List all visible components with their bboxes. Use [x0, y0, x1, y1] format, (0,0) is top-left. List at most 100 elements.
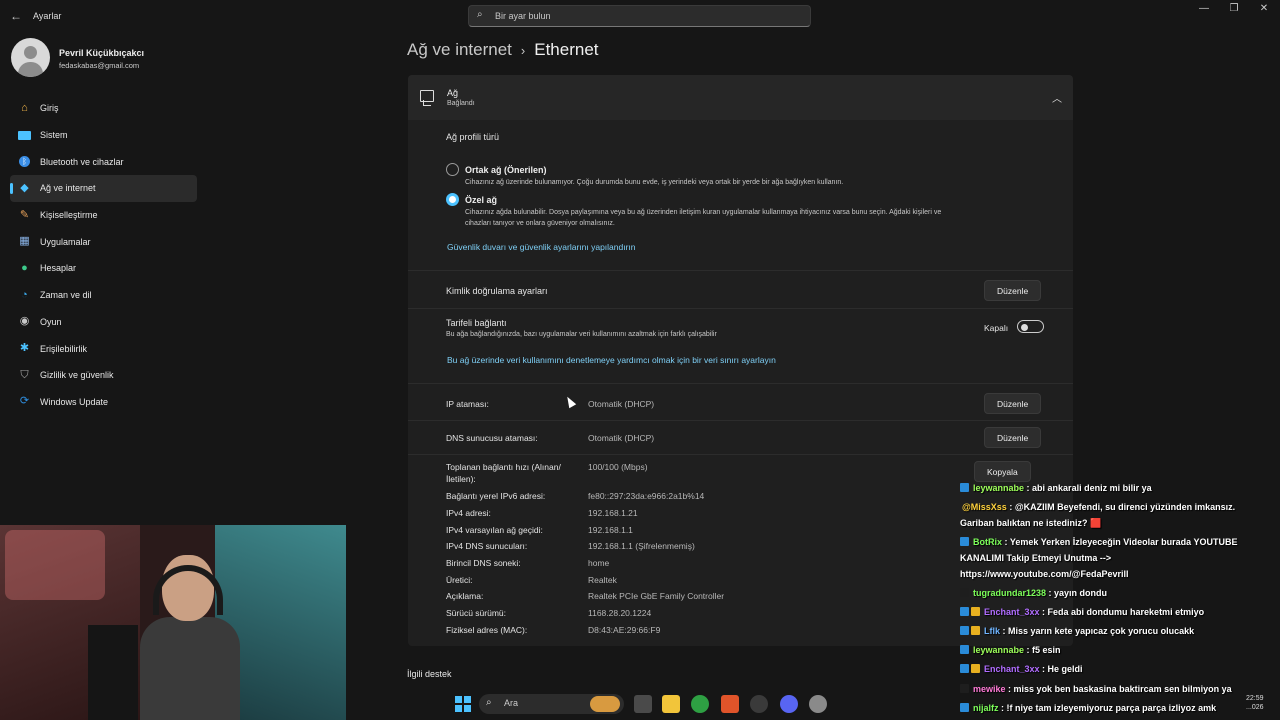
title-bar: ← Ayarlar ⌕ — ❐ ✕ [0, 0, 1280, 34]
search-input[interactable] [495, 8, 795, 24]
chat-message: Enchant_3xx : Feda abi dondumu hareketmi… [960, 604, 1280, 620]
sidebar-item-gaming[interactable]: ◉ Oyun [10, 309, 197, 336]
property-value-driver-version: 1168.28.20.1224 [588, 608, 652, 618]
firewall-settings-link[interactable]: Güvenlik duvarı ve güvenlik ayarlarını y… [447, 242, 636, 252]
private-network-radio[interactable] [446, 193, 459, 206]
sidebar-item-windows-update[interactable]: ⟳ Windows Update [10, 389, 197, 416]
sidebar-item-accounts[interactable]: ● Hesaplar [10, 255, 197, 282]
ethernet-icon [420, 90, 434, 106]
chat-badge-icon [960, 607, 969, 616]
sidebar-item-label: Hesaplar [40, 263, 77, 274]
chat-message-cont: https://www.youtube.com/@FedaPevrill [960, 569, 1129, 579]
chat-message-cont: KANALIMI Takip Etmeyi Unutma --> [960, 553, 1112, 563]
chat-badge-icon [971, 664, 980, 673]
chat-badge-icon [960, 645, 969, 654]
data-limit-link[interactable]: Bu ağ üzerinde veri kullanımını denetlem… [447, 355, 776, 365]
sidebar-item-label: Gizlilik ve güvenlik [40, 370, 114, 381]
back-arrow-icon[interactable]: ← [8, 8, 24, 24]
auth-edit-button[interactable]: Düzenle [984, 280, 1042, 301]
taskbar-search[interactable]: ⌕ Ara [479, 694, 624, 714]
copy-properties-button[interactable]: Kopyala [974, 461, 1031, 482]
public-network-title: Ortak ağ (Önerilen) [465, 165, 547, 175]
private-network-desc: Cihazınız ağda bulunabilir. Dosya paylaş… [465, 209, 942, 216]
sidebar-item-label: Giriş [40, 103, 59, 114]
clock-date: ...026 [1246, 704, 1264, 711]
ip-edit-button[interactable]: Düzenle [984, 393, 1042, 414]
sidebar-item-network[interactable]: ◆ Ağ ve internet [10, 175, 197, 202]
property-value-ipv4: 192.168.1.21 [588, 508, 638, 518]
home-icon: ⌂ [21, 101, 28, 114]
sidebar-item-privacy[interactable]: ⛉ Gizlilik ve güvenlik [10, 362, 197, 389]
chat-message: @MissXss : @KAZIIM Beyefendi, su direnci… [962, 502, 1236, 512]
breadcrumb-parent[interactable]: Ağ ve internet [407, 40, 512, 59]
file-explorer-icon[interactable] [662, 695, 680, 713]
start-icon[interactable] [454, 695, 472, 713]
chat-message: Enchant_3xx : He geldi [960, 661, 1280, 677]
property-label-speed-2: İletilen): [446, 474, 476, 484]
settings-search[interactable]: ⌕ [468, 5, 811, 27]
sidebar-item-label: Bluetooth ve cihazlar [40, 156, 124, 167]
metered-connection-toggle[interactable] [1017, 320, 1044, 333]
property-label-dns-servers: IPv4 DNS sunucuları: [446, 541, 528, 551]
maximize-icon[interactable]: ❐ [1219, 3, 1249, 19]
dns-edit-button[interactable]: Düzenle [984, 427, 1042, 448]
dns-assignment-value: Otomatik (DHCP) [588, 433, 655, 443]
sidebar-item-system[interactable]: Sistem [10, 122, 197, 149]
gamepad-icon: ◉ [19, 315, 30, 328]
dns-assignment-label: DNS sunucusu ataması: [446, 433, 538, 443]
sidebar-item-accessibility[interactable]: ✱ Erişilebilirlik [10, 335, 197, 362]
taskbar-clock[interactable]: 22:59 ...026 [1246, 694, 1264, 712]
apps-icon: ▦ [19, 235, 30, 248]
brave-icon[interactable] [721, 695, 739, 713]
private-network-title: Özel ağ [465, 195, 498, 205]
chat-badge-icon [960, 588, 969, 597]
task-view-icon[interactable] [634, 695, 652, 713]
private-network-desc-2: cihazları tanıyor ve onlara güveniyor ol… [465, 220, 615, 227]
related-support-heading: İlgili destek [407, 669, 452, 679]
card-title: Ağ [447, 88, 459, 98]
close-icon[interactable]: ✕ [1249, 3, 1279, 19]
chat-badge-icon [971, 626, 980, 635]
sidebar-item-label: Kişiselleştirme [40, 210, 98, 221]
sidebar-item-time-language[interactable]: ◔ Zaman ve dil [10, 282, 197, 309]
property-value-dns-suffix: home [588, 558, 610, 568]
property-label-dns-suffix: Birincil DNS soneki: [446, 558, 521, 568]
accessibility-icon: ✱ [19, 342, 30, 355]
app-icon[interactable] [750, 695, 768, 713]
chevron-up-icon[interactable]: ︿ [1052, 90, 1062, 105]
property-value-manufacturer: Realtek [588, 575, 617, 585]
property-value-dns-servers: 192.168.1.1 (Şifrelenmemiş) [588, 541, 695, 551]
taskbar-search-label: Ara [504, 698, 519, 708]
minimize-icon[interactable]: — [1189, 3, 1219, 19]
property-value-description: Realtek PCIe GbE Family Controller [588, 591, 725, 601]
property-value-ipv6: fe80::297:23da:e966:2a1b%14 [588, 491, 705, 501]
network-card-header[interactable]: Ağ Bağlandı ︿ [408, 75, 1073, 120]
brush-icon: ✎ [19, 208, 30, 221]
chrome-icon[interactable] [691, 695, 709, 713]
chat-badge-icon [960, 537, 969, 546]
chat-message-cont: Gariban balıktan ne istediniz? 🟥 [960, 518, 1102, 528]
chat-badge-icon [960, 664, 969, 673]
settings-gear-icon[interactable] [809, 695, 827, 713]
public-network-radio[interactable] [446, 163, 459, 176]
ip-assignment-label: IP ataması: [446, 399, 489, 409]
sidebar-item-label: Zaman ve dil [40, 290, 92, 301]
property-value-gateway: 192.168.1.1 [588, 525, 633, 535]
property-label-driver-version: Sürücü sürümü: [446, 608, 506, 618]
sidebar-item-bluetooth[interactable]: ᛒ Bluetooth ve cihazlar [10, 148, 197, 175]
sidebar-item-apps[interactable]: ▦ Uygulamalar [10, 228, 197, 255]
discord-icon[interactable] [780, 695, 798, 713]
network-icon: ◆ [20, 181, 29, 194]
breadcrumb: Ağ ve internet › Ethernet [407, 40, 599, 60]
chat-message: leywannabe : f5 esin [960, 642, 1280, 658]
search-highlight-icon [590, 696, 620, 712]
sidebar-item-home[interactable]: ⌂ Giriş [10, 95, 197, 122]
property-value-speed: 100/100 (Mbps) [588, 462, 648, 472]
sidebar-item-label: Oyun [40, 316, 62, 327]
divider [408, 270, 1073, 271]
clock-time: 22:59 [1246, 695, 1264, 702]
sidebar-item-personalization[interactable]: ✎ Kişiselleştirme [10, 202, 197, 229]
property-label-mac: Fiziksel adres (MAC): [446, 625, 528, 635]
avatar[interactable] [11, 38, 50, 77]
sidebar-item-label: Uygulamalar [40, 236, 91, 247]
